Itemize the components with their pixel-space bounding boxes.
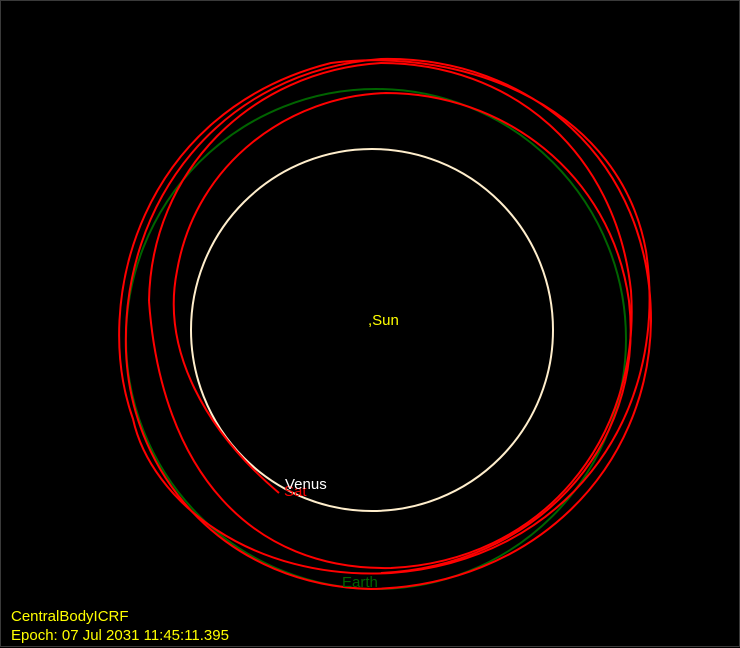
venus-label[interactable]: Venus — [285, 476, 327, 493]
orbit-scene[interactable]: ,Sun Sat Venus Earth — [1, 1, 740, 648]
central-body-frame-label: CentralBodyICRF — [11, 608, 129, 625]
sun-label[interactable]: ,Sun — [368, 312, 399, 329]
3d-viewport[interactable]: ,Sun Sat Venus Earth CentralBodyICRF Epo… — [0, 0, 740, 647]
epoch-label: Epoch: 07 Jul 2031 11:45:11.395 — [11, 627, 229, 644]
venus-orbit — [190, 148, 554, 512]
trajectory-arc-to-venus — [172, 91, 632, 574]
viewport-overlay: CentralBodyICRF Epoch: 07 Jul 2031 11:45… — [11, 607, 229, 645]
earth-orbit — [125, 88, 627, 590]
earth-label[interactable]: Earth — [342, 574, 378, 591]
